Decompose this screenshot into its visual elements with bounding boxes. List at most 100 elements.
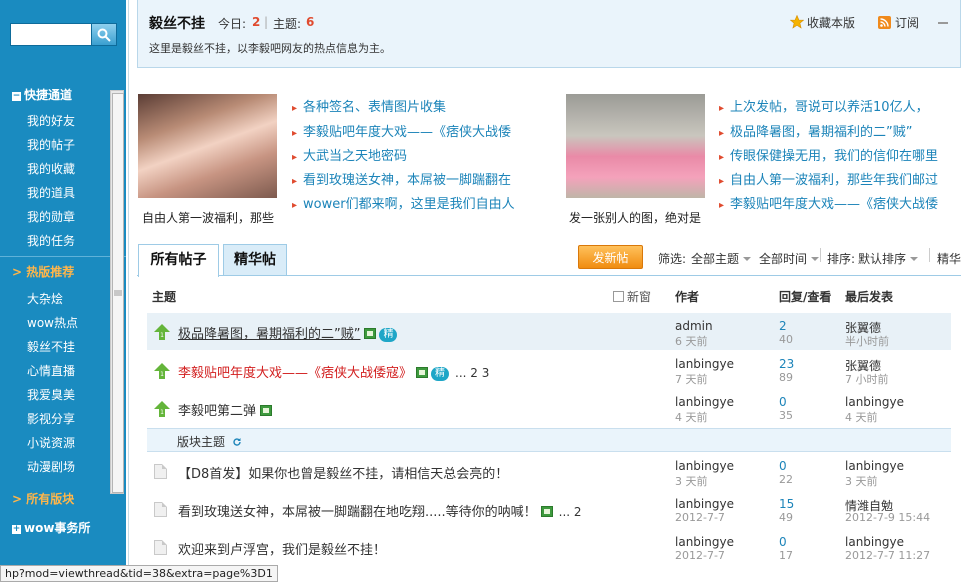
thread-author[interactable]: lanbingye xyxy=(675,459,734,473)
last-post-user[interactable]: lanbingye xyxy=(845,535,904,549)
digest-filter-link[interactable]: 精华 xyxy=(937,250,961,267)
last-post-time[interactable]: 2012-7-9 15:44 xyxy=(845,511,930,524)
search-button[interactable] xyxy=(91,23,117,46)
featured-link[interactable]: ▸ 各种签名、表情图片收集 xyxy=(292,96,446,115)
subscribe-link[interactable]: 订阅 xyxy=(878,14,919,31)
sidebar-item-mood[interactable]: 心情直播 xyxy=(27,362,75,379)
favorite-forum-link[interactable]: 收藏本版 xyxy=(789,14,855,31)
sort-dropdown[interactable]: 默认排序 xyxy=(858,250,919,267)
tab-digest[interactable]: 精华帖 xyxy=(223,244,287,275)
last-post-time[interactable]: 3 天前 xyxy=(845,473,878,489)
thread-author[interactable]: lanbingye xyxy=(675,395,734,409)
image-attachment-icon xyxy=(260,405,273,416)
bullet-icon: ▸ xyxy=(292,103,298,114)
thread-title: 李毅贴吧年度大戏——《痞侠大战倭寇》 xyxy=(178,366,413,381)
chevron-down-icon xyxy=(743,257,752,261)
sidebar-scrollbar[interactable] xyxy=(110,90,124,494)
quick-nav-heading[interactable]: − 快捷通道 xyxy=(12,86,72,103)
sidebar-item-anime[interactable]: 动漫剧场 xyxy=(27,458,75,475)
section-label-text: 版块主题 xyxy=(177,435,226,449)
new-post-button[interactable]: 发新帖 xyxy=(578,245,643,269)
thread-title-link[interactable]: 极品降暑图，暑期福利的二”贼” 精 xyxy=(178,323,398,342)
featured-link[interactable]: ▸ 上次发帖，哥说可以养活10亿人， xyxy=(719,96,929,115)
last-post-time[interactable]: 半小时前 xyxy=(845,333,889,349)
tab-all-posts[interactable]: 所有帖子 xyxy=(138,244,219,277)
filter-theme-dropdown[interactable]: 全部主题 xyxy=(691,250,752,267)
thread-views: 40 xyxy=(779,333,793,346)
table-row[interactable]: 看到玫瑰送女神，本屌被一脚踹翻在地吃翔.....等待你的呐喊！ ... 2 lan… xyxy=(147,493,951,530)
refresh-icon[interactable] xyxy=(232,437,242,447)
table-row[interactable]: 1 李毅贴吧年度大戏——《痞侠大战倭寇》 精 ... 2 3 lanbingye 7… xyxy=(147,353,951,390)
sidebar-item-tasks[interactable]: 我的任务 xyxy=(27,232,75,249)
thread-author[interactable]: lanbingye xyxy=(675,535,734,549)
filter-time-dropdown[interactable]: 全部时间 xyxy=(759,250,820,267)
featured-link-text: 传眼保健操无用，我们的信仰在哪里 xyxy=(730,149,939,164)
sidebar-item-friends[interactable]: 我的好友 xyxy=(27,112,75,129)
table-row[interactable]: 【D8首发】如果你也曾是毅丝不挂，请相信天总会亮的！ lanbingye 3 天… xyxy=(147,455,951,492)
subscribe-label: 订阅 xyxy=(895,16,920,30)
featured-link[interactable]: ▸ 李毅贴吧年度大戏——《痞侠大战倭 xyxy=(719,193,938,212)
browser-status-bar: hp?mod=viewthread&tid=38&extra=page%3D1 xyxy=(0,565,278,582)
section-header: 版块主题 xyxy=(147,428,951,452)
featured-link[interactable]: ▸ 极品降暑图，暑期福利的二”贼” xyxy=(719,121,913,140)
table-row[interactable]: 1 李毅吧第二弹 lanbingye 4 天前 0 35 lanbingye 4… xyxy=(147,391,951,428)
thread-author[interactable]: lanbingye xyxy=(675,357,734,371)
featured-link[interactable]: ▸ 自由人第一波福利，那些年我们邮过 xyxy=(719,169,938,188)
thread-replies: 0 xyxy=(779,395,787,409)
wow-affairs-title: wow事务所 xyxy=(24,521,91,535)
collapse-header-button[interactable] xyxy=(938,22,948,24)
featured-thumbnail-right[interactable] xyxy=(566,94,705,198)
last-post-user[interactable]: lanbingye xyxy=(845,459,904,473)
featured-link[interactable]: ▸ 看到玫瑰送女神，本屌被一脚踹翻在 xyxy=(292,169,511,188)
thread-pages[interactable]: ... 2 xyxy=(559,505,582,519)
last-post-time[interactable]: 2012-7-7 11:27 xyxy=(845,549,930,562)
bullet-icon: ▸ xyxy=(292,176,298,187)
search-input[interactable] xyxy=(10,23,92,46)
sidebar-item-favorites[interactable]: 我的收藏 xyxy=(27,160,75,177)
star-icon xyxy=(789,14,805,29)
today-label: 今日: xyxy=(218,17,247,31)
featured-link[interactable]: ▸ 大武当之天地密码 xyxy=(292,145,407,164)
last-post-user[interactable]: lanbingye xyxy=(845,395,904,409)
new-window-toggle[interactable]: 新窗 xyxy=(613,288,651,305)
sidebar-item-medals[interactable]: 我的勋章 xyxy=(27,208,75,225)
thread-title-link[interactable]: 看到玫瑰送女神，本屌被一脚踹翻在地吃翔.....等待你的呐喊！ ... 2 xyxy=(178,501,582,520)
thread-views: 22 xyxy=(779,473,793,486)
hot-forums-heading[interactable]: > 热版推荐 xyxy=(12,263,74,280)
thread-title-link[interactable]: 李毅吧第二弹 xyxy=(178,400,273,419)
sidebar-item-novels[interactable]: 小说资源 xyxy=(27,434,75,451)
featured-caption-left[interactable]: 自由人第一波福利，那些 xyxy=(142,209,274,226)
table-row[interactable]: 欢迎来到卢浮宫，我们是毅丝不挂！ lanbingye 2012-7-7 0 17… xyxy=(147,531,951,568)
featured-caption-right[interactable]: 发一张别人的图，绝对是 xyxy=(569,209,701,226)
bullet-icon: ▸ xyxy=(719,200,725,211)
last-post-time[interactable]: 7 小时前 xyxy=(845,371,889,387)
image-attachment-icon xyxy=(416,367,429,378)
featured-link[interactable]: ▸ 李毅贴吧年度大戏——《痞侠大战倭 xyxy=(292,121,511,140)
sidebar-item-movies[interactable]: 影视分享 xyxy=(27,410,75,427)
thread-title-link[interactable]: 【D8首发】如果你也曾是毅丝不挂，请相信天总会亮的！ xyxy=(178,463,508,482)
table-row[interactable]: 1 极品降暑图，暑期福利的二”贼” 精 admin 6 天前 2 40 张翼德 半… xyxy=(147,313,951,350)
scrollbar-thumb[interactable] xyxy=(112,93,124,493)
featured-link[interactable]: ▸ 传眼保健操无用，我们的信仰在哪里 xyxy=(719,145,938,164)
thread-title-link[interactable]: 李毅贴吧年度大戏——《痞侠大战倭寇》 精 ... 2 3 xyxy=(178,362,489,381)
sidebar-item-beauty[interactable]: 我爱臭美 xyxy=(27,386,75,403)
new-window-label: 新窗 xyxy=(627,290,652,304)
sidebar-item-dazahui[interactable]: 大杂烩 xyxy=(27,290,63,307)
last-post-time[interactable]: 4 天前 xyxy=(845,409,878,425)
featured-link-text: 李毅贴吧年度大戏——《痞侠大战倭 xyxy=(730,197,939,212)
sidebar-item-posts[interactable]: 我的帖子 xyxy=(27,136,75,153)
thread-title: 极品降暑图，暑期福利的二”贼” xyxy=(178,327,361,342)
thread-title-link[interactable]: 欢迎来到卢浮宫，我们是毅丝不挂！ xyxy=(178,539,386,558)
sidebar-item-yisi[interactable]: 毅丝不挂 xyxy=(27,338,75,355)
sidebar-item-wow-hot[interactable]: wow热点 xyxy=(27,314,78,331)
thread-author[interactable]: admin xyxy=(675,319,713,333)
thread-author[interactable]: lanbingye xyxy=(675,497,734,511)
sidebar-divider xyxy=(0,256,126,257)
sidebar-item-props[interactable]: 我的道具 xyxy=(27,184,75,201)
featured-link[interactable]: ▸ wower们都来啊，这里是我们自由人 xyxy=(292,193,515,212)
forum-header: 毅丝不挂 今日: 2 | 主题: 6 这里是毅丝不挂，以李毅吧网友的热点信息为主… xyxy=(137,0,961,68)
wow-affairs-heading[interactable]: + wow事务所 xyxy=(12,519,90,536)
featured-thumbnail-left[interactable] xyxy=(138,94,277,198)
all-forums-heading[interactable]: > 所有版块 xyxy=(12,490,74,507)
thread-pages[interactable]: ... 2 3 xyxy=(455,366,489,380)
